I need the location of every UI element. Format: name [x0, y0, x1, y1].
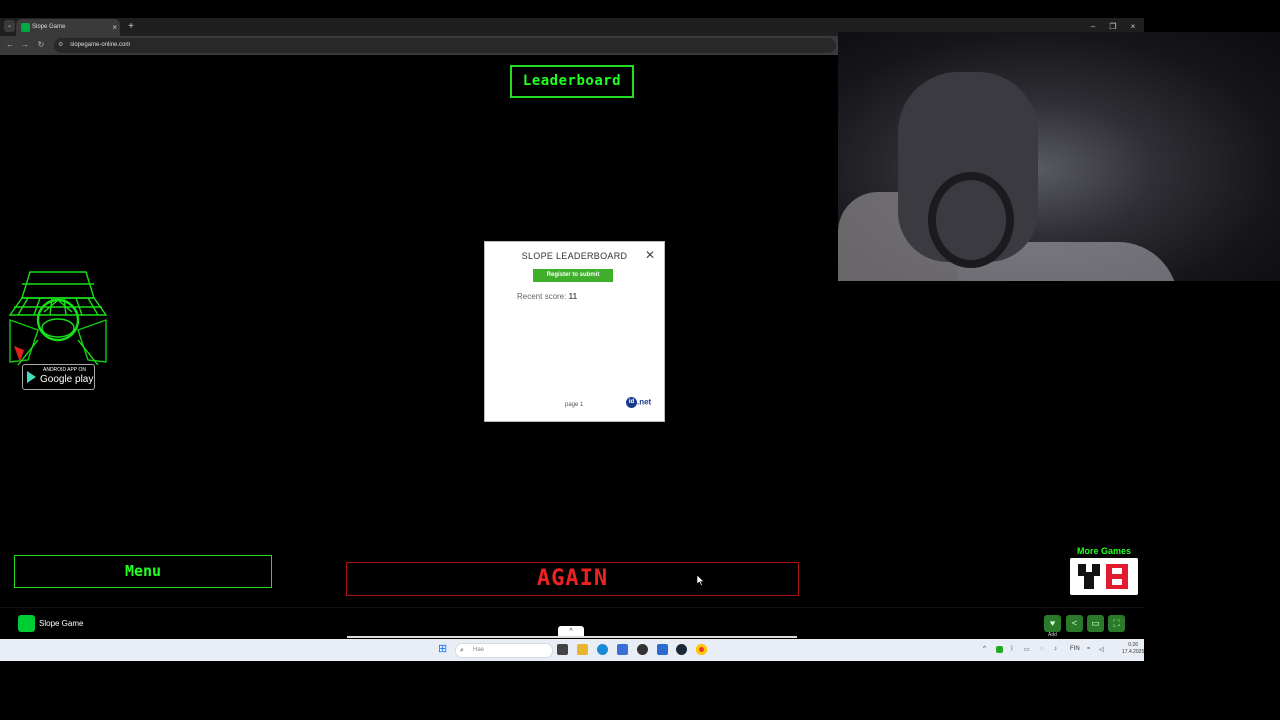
bluetooth-icon[interactable]: ᛒ: [1010, 646, 1014, 652]
add-label: Add: [1048, 632, 1057, 638]
window-mode-button[interactable]: ▭: [1087, 615, 1104, 632]
tab-title: Slope Game: [32, 24, 66, 30]
register-to-submit-button[interactable]: Register to submit: [533, 269, 613, 282]
y8-logo[interactable]: [1070, 558, 1138, 595]
search-icon: ⌕: [460, 647, 464, 654]
new-tab-button[interactable]: +: [125, 19, 137, 35]
taskbar-search[interactable]: ⌕ Hae: [455, 643, 553, 658]
fullscreen-button[interactable]: ⛶: [1108, 615, 1125, 632]
page-indicator: page 1: [565, 402, 584, 408]
clock-date: 17.4.2025: [1122, 649, 1145, 655]
modal-title: SLOPE LEADERBOARD: [521, 251, 628, 261]
slope-game-icon: [18, 615, 35, 632]
id-circle-icon: id: [626, 397, 637, 408]
leaderboard-button[interactable]: Leaderboard: [510, 65, 634, 98]
like-button[interactable]: ♥: [1044, 615, 1061, 632]
task-view-icon[interactable]: [557, 644, 568, 655]
horizontal-scrollbar[interactable]: [347, 636, 797, 638]
clock-time: 0.26: [1128, 642, 1138, 648]
volume-icon[interactable]: ◁: [1099, 646, 1104, 653]
site-info-icon[interactable]: ⚙: [58, 42, 64, 49]
again-button[interactable]: AGAIN: [346, 562, 799, 596]
mouse-cursor-icon: [697, 575, 705, 586]
slope-app-logo[interactable]: [8, 270, 108, 365]
recent-score-value: 11: [568, 292, 578, 301]
wifi-icon[interactable]: ≈: [1087, 646, 1090, 652]
recent-score-label: Recent score:: [517, 292, 567, 301]
address-bar[interactable]: [54, 38, 836, 53]
share-button[interactable]: <: [1066, 615, 1083, 632]
edge-icon[interactable]: [597, 644, 608, 655]
webcam-overlay: [838, 32, 1280, 281]
store-icon[interactable]: [617, 644, 628, 655]
chrome-icon[interactable]: [696, 644, 707, 655]
id-net-logo[interactable]: id .net: [626, 397, 651, 408]
tray-icon[interactable]: ▭: [1024, 646, 1030, 653]
taskbar: [0, 639, 1144, 661]
tab-close-icon[interactable]: ×: [112, 19, 117, 36]
search-placeholder: Hae: [473, 647, 485, 653]
forward-button[interactable]: →: [19, 38, 31, 52]
tray-app-icon[interactable]: [996, 646, 1003, 653]
steam-icon[interactable]: [676, 644, 687, 655]
file-explorer-icon[interactable]: [577, 644, 588, 655]
more-games-label[interactable]: More Games: [1070, 546, 1138, 556]
windows-start-icon[interactable]: ⊞: [438, 644, 449, 655]
back-button[interactable]: ←: [4, 38, 16, 52]
recent-score: Recent score: 11: [517, 292, 577, 301]
tab-search-button[interactable]: ⌄: [4, 20, 15, 32]
tab-slope-game[interactable]: Slope Game ×: [16, 19, 120, 36]
notepad-icon[interactable]: [657, 644, 668, 655]
tray-icon-3[interactable]: ♪: [1054, 646, 1057, 652]
modal-close-icon[interactable]: ✕: [643, 248, 657, 262]
url-text[interactable]: slopegame-online.com: [70, 38, 130, 53]
app-icon[interactable]: [637, 644, 648, 655]
menu-button[interactable]: Menu: [14, 555, 272, 588]
google-play-icon: [27, 371, 36, 383]
leaderboard-modal: SLOPE LEADERBOARD ✕ Register to submit R…: [484, 241, 665, 422]
game-title: Slope Game: [39, 619, 84, 628]
tray-icon-2[interactable]: ◌: [1040, 646, 1044, 652]
slope-favicon-icon: [21, 23, 30, 32]
reload-button[interactable]: ↻: [35, 38, 47, 52]
google-play-badge[interactable]: ANDROID APP ON Google play: [22, 364, 95, 390]
tray-overflow-icon[interactable]: ^: [983, 646, 986, 652]
headphones-image: [928, 172, 1014, 268]
clock[interactable]: 0.26 17.4.2025: [1122, 642, 1145, 656]
language-indicator[interactable]: FIN: [1070, 646, 1080, 652]
